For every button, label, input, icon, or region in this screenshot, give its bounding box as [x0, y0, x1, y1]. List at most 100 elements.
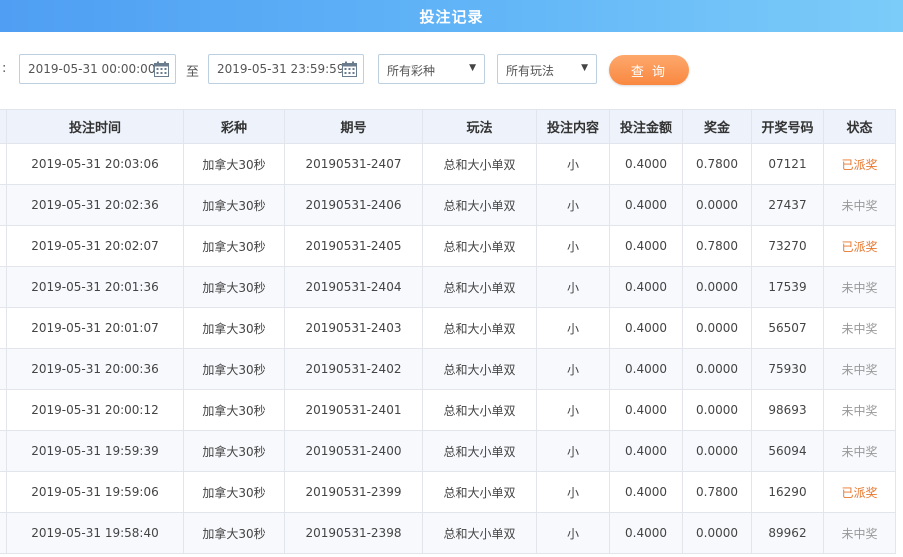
column-header-bonus[interactable]: 奖金 — [682, 109, 752, 144]
cell-play: 总和大小单双 — [422, 512, 537, 554]
cell-lottery: 加拿大30秒 — [183, 512, 285, 554]
cell-issue: 20190531-2398 — [284, 512, 423, 554]
lottery-select-value: 所有彩种 — [387, 64, 436, 78]
table-row[interactable]: 2019-05-31 20:01:07 加拿大30秒 20190531-2403 总和… — [0, 307, 896, 349]
cell-bet-time: 2019-05-31 19:59:39 — [6, 430, 184, 472]
cell-amount: 0.4000 — [609, 184, 683, 226]
cell-lottery: 加拿大30秒 — [183, 389, 285, 431]
cell-status: 未中奖 — [823, 512, 896, 554]
cell-amount: 0.4000 — [609, 512, 683, 554]
table-row[interactable]: 2019-05-31 20:00:36 加拿大30秒 20190531-2402 总和… — [0, 348, 896, 390]
cell-play: 总和大小单双 — [422, 348, 537, 390]
cell-issue: 20190531-2407 — [284, 143, 423, 185]
calendar-icon[interactable] — [342, 61, 357, 77]
cell-amount: 0.4000 — [609, 430, 683, 472]
cell-status: 未中奖 — [823, 184, 896, 226]
column-header-issue[interactable]: 期号 — [284, 109, 423, 144]
cell-play: 总和大小单双 — [422, 184, 537, 226]
start-date-input[interactable]: 2019-05-31 00:00:00 — [19, 54, 176, 84]
column-header-status[interactable]: 状态 — [823, 109, 896, 144]
cell-bet-time: 2019-05-31 20:03:06 — [6, 143, 184, 185]
filter-bar: : 2019-05-31 00:00:00 至 2019-05-31 23:59… — [0, 54, 903, 86]
page-title: 投注记录 — [419, 7, 484, 26]
cell-numbers: 56094 — [751, 430, 824, 472]
page-header: 投注记录 — [0, 0, 903, 32]
column-header-amount[interactable]: 投注金额 — [609, 109, 683, 144]
cell-bonus: 0.0000 — [682, 430, 752, 472]
table-row[interactable]: 2019-05-31 19:59:06 加拿大30秒 20190531-2399 总和… — [0, 471, 896, 513]
cell-status: 未中奖 — [823, 307, 896, 349]
cell-play: 总和大小单双 — [422, 143, 537, 185]
dropdown-arrow-icon: ▼ — [581, 63, 588, 73]
cell-status: 已派奖 — [823, 143, 896, 185]
end-date-input[interactable]: 2019-05-31 23:59:59 — [208, 54, 364, 84]
cell-content: 小 — [536, 512, 610, 554]
cell-amount: 0.4000 — [609, 389, 683, 431]
cell-content: 小 — [536, 389, 610, 431]
cell-play: 总和大小单双 — [422, 430, 537, 472]
cell-bonus: 0.7800 — [682, 471, 752, 513]
column-header-bet-time[interactable]: 投注时间 — [6, 109, 184, 144]
play-select[interactable]: 所有玩法 ▼ — [497, 54, 597, 84]
cell-content: 小 — [536, 348, 610, 390]
cell-play: 总和大小单双 — [422, 266, 537, 308]
start-date-value: 2019-05-31 00:00:00 — [28, 62, 156, 76]
cell-bet-time: 2019-05-31 20:00:36 — [6, 348, 184, 390]
table-header-row: 投注时间 彩种 期号 玩法 投注内容 投注金额 奖金 开奖号码 状态 — [0, 109, 896, 144]
table-row[interactable]: 2019-05-31 20:01:36 加拿大30秒 20190531-2404 总和… — [0, 266, 896, 308]
cell-bonus: 0.0000 — [682, 266, 752, 308]
cell-lottery: 加拿大30秒 — [183, 225, 285, 267]
cell-play: 总和大小单双 — [422, 307, 537, 349]
cell-amount: 0.4000 — [609, 471, 683, 513]
cell-status: 已派奖 — [823, 225, 896, 267]
cell-content: 小 — [536, 266, 610, 308]
filter-label-colon: : — [2, 61, 7, 76]
column-header-content[interactable]: 投注内容 — [536, 109, 610, 144]
table-row[interactable]: 2019-05-31 19:59:39 加拿大30秒 20190531-2400 总和… — [0, 430, 896, 472]
cell-bonus: 0.0000 — [682, 184, 752, 226]
cell-lottery: 加拿大30秒 — [183, 266, 285, 308]
cell-issue: 20190531-2404 — [284, 266, 423, 308]
lottery-select[interactable]: 所有彩种 ▼ — [378, 54, 485, 84]
cell-numbers: 56507 — [751, 307, 824, 349]
cell-amount: 0.4000 — [609, 143, 683, 185]
column-header-lottery[interactable]: 彩种 — [183, 109, 285, 144]
query-button[interactable]: 查 询 — [609, 55, 689, 85]
cell-bonus: 0.0000 — [682, 512, 752, 554]
table-row[interactable]: 2019-05-31 20:02:36 加拿大30秒 20190531-2406 总和… — [0, 184, 896, 226]
cell-numbers: 16290 — [751, 471, 824, 513]
column-header-numbers[interactable]: 开奖号码 — [751, 109, 824, 144]
column-header-play[interactable]: 玩法 — [422, 109, 537, 144]
cell-numbers: 98693 — [751, 389, 824, 431]
cell-bet-time: 2019-05-31 19:58:40 — [6, 512, 184, 554]
cell-play: 总和大小单双 — [422, 471, 537, 513]
cell-status: 已派奖 — [823, 471, 896, 513]
table-row[interactable]: 2019-05-31 19:58:40 加拿大30秒 20190531-2398 总和… — [0, 512, 896, 554]
cell-bet-time: 2019-05-31 20:02:07 — [6, 225, 184, 267]
cell-issue: 20190531-2403 — [284, 307, 423, 349]
cell-issue: 20190531-2402 — [284, 348, 423, 390]
bet-records-table: 投注时间 彩种 期号 玩法 投注内容 投注金额 奖金 开奖号码 状态 2019-… — [0, 109, 896, 554]
cell-amount: 0.4000 — [609, 266, 683, 308]
table-row[interactable]: 2019-05-31 20:00:12 加拿大30秒 20190531-2401 总和… — [0, 389, 896, 431]
cell-numbers: 89962 — [751, 512, 824, 554]
calendar-icon[interactable] — [154, 61, 169, 77]
cell-status: 未中奖 — [823, 430, 896, 472]
cell-play: 总和大小单双 — [422, 225, 537, 267]
table-row[interactable]: 2019-05-31 20:03:06 加拿大30秒 20190531-2407 总和… — [0, 143, 896, 185]
cell-bonus: 0.0000 — [682, 389, 752, 431]
play-select-value: 所有玩法 — [506, 64, 555, 78]
cell-numbers: 27437 — [751, 184, 824, 226]
cell-status: 未中奖 — [823, 266, 896, 308]
cell-content: 小 — [536, 184, 610, 226]
cell-lottery: 加拿大30秒 — [183, 348, 285, 390]
dropdown-arrow-icon: ▼ — [469, 63, 476, 73]
cell-amount: 0.4000 — [609, 348, 683, 390]
cell-bonus: 0.0000 — [682, 348, 752, 390]
table-row[interactable]: 2019-05-31 20:02:07 加拿大30秒 20190531-2405 总和… — [0, 225, 896, 267]
date-range-separator: 至 — [186, 65, 200, 80]
cell-content: 小 — [536, 225, 610, 267]
cell-amount: 0.4000 — [609, 225, 683, 267]
cell-bet-time: 2019-05-31 20:00:12 — [6, 389, 184, 431]
cell-amount: 0.4000 — [609, 307, 683, 349]
